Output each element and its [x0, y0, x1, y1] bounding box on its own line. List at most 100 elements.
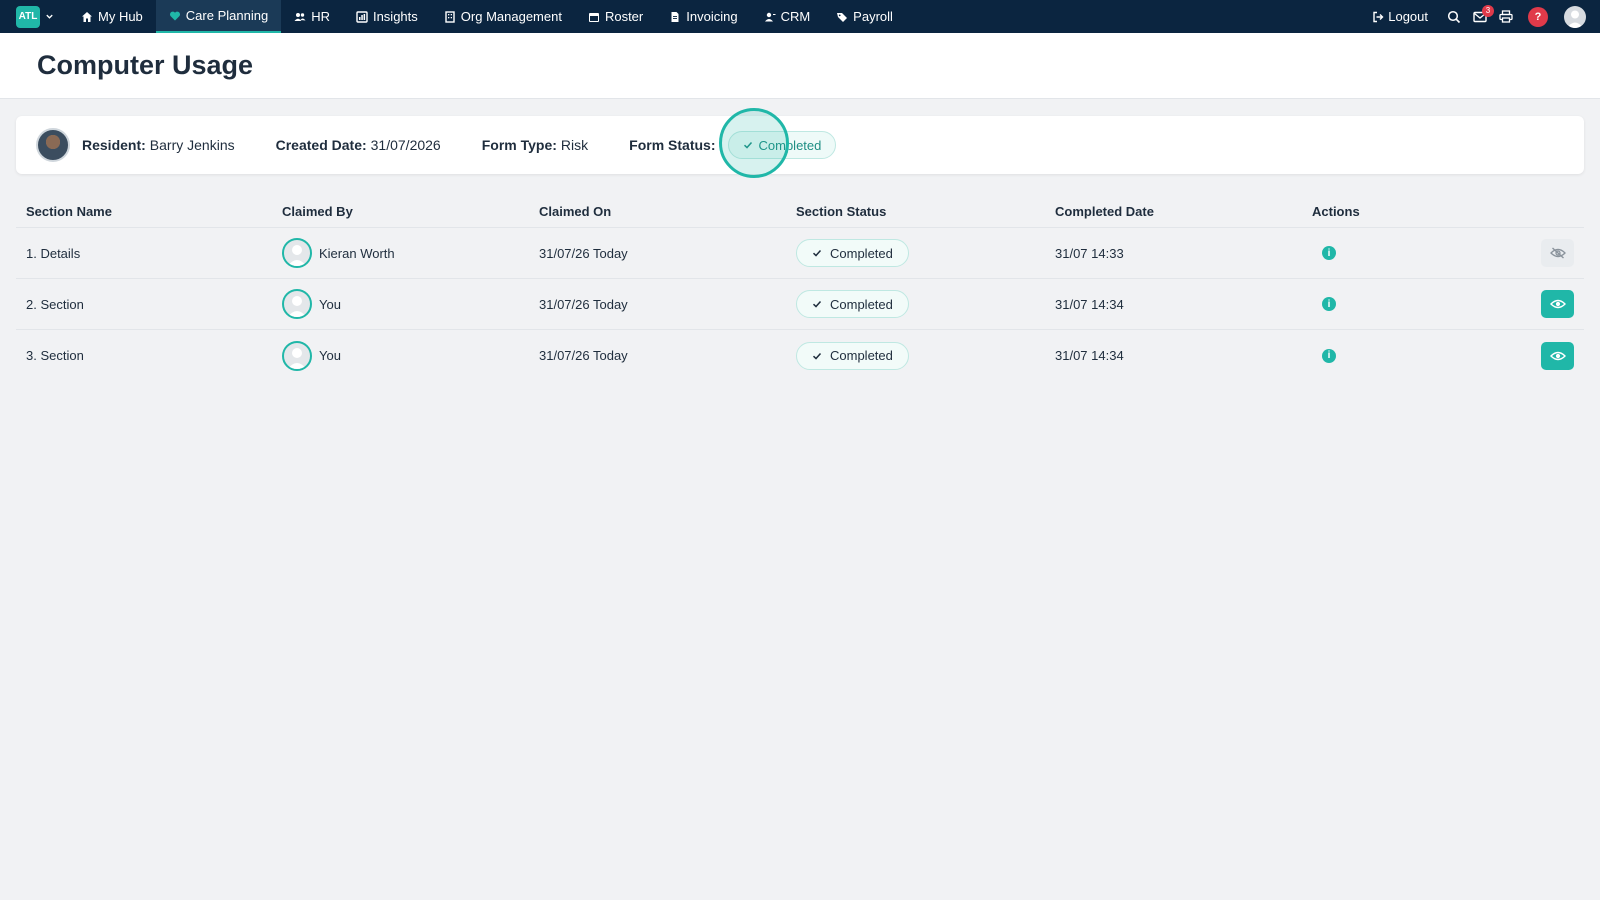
completed-date: 31/07 14:34: [1055, 348, 1124, 363]
nav-label: Roster: [604, 9, 644, 24]
column-header: Claimed By: [282, 204, 353, 219]
view-button[interactable]: [1541, 290, 1574, 318]
nav-label: Payroll: [853, 9, 893, 24]
contacts-icon: [764, 12, 776, 21]
claimed-on: 31/07/26 Today: [539, 348, 628, 363]
check-icon: [812, 300, 822, 308]
section-status-text: Completed: [830, 245, 893, 261]
section-name: 2. Section: [26, 296, 84, 312]
home-icon: [82, 11, 92, 22]
page-header: Computer Usage: [0, 33, 1600, 99]
info-icon[interactable]: i: [1322, 297, 1336, 311]
view-disabled-button[interactable]: [1541, 239, 1574, 267]
table-row[interactable]: 3. Section You 31/07/26 Today Completed …: [16, 330, 1584, 381]
form-info-card: Resident: Barry Jenkins Created Date: 31…: [16, 116, 1584, 174]
document-icon: [671, 11, 679, 22]
claimed-by-name: You: [319, 296, 341, 312]
claimed-on: 31/07/26 Today: [539, 245, 628, 261]
nav-right-group: Logout 3 ?: [1372, 0, 1600, 33]
print-button[interactable]: [1494, 5, 1518, 29]
eye-icon: [1549, 299, 1566, 309]
section-status-text: Completed: [830, 296, 893, 312]
people-icon: [294, 12, 306, 21]
table-row[interactable]: 2. Section You 31/07/26 Today Completed …: [16, 279, 1584, 330]
printer-icon: [1499, 10, 1513, 23]
claimed-by-name: You: [319, 348, 341, 363]
nav-my-hub[interactable]: My Hub: [68, 0, 156, 33]
building-icon: [445, 10, 455, 23]
completed-date: 31/07 14:34: [1055, 296, 1124, 312]
resident-label: Resident:: [82, 137, 146, 153]
nav-org-management[interactable]: Org Management: [431, 0, 575, 33]
resident-value: Barry Jenkins: [149, 137, 235, 153]
view-button[interactable]: [1541, 341, 1574, 370]
form-type-label: Form Type:: [481, 137, 557, 153]
section-status-cell: Completed: [786, 341, 1045, 370]
actions-cell: i: [1302, 297, 1532, 311]
table-row[interactable]: 1. Details Kieran Worth 31/07/26 Today C…: [16, 228, 1584, 279]
nav-insights[interactable]: Insights: [343, 0, 431, 33]
section-name: 3. Section: [26, 348, 84, 363]
help-button[interactable]: ?: [1528, 6, 1548, 27]
claimed-by-cell: You: [272, 340, 529, 371]
table-header: Section Name Claimed By Claimed On Secti…: [16, 196, 1584, 228]
chevron-down-icon[interactable]: [45, 12, 54, 21]
nav-payroll[interactable]: Payroll: [823, 0, 906, 33]
nav-crm[interactable]: CRM: [751, 0, 824, 33]
claimer-avatar: [282, 238, 312, 268]
chart-icon: [356, 10, 368, 23]
info-icon[interactable]: i: [1322, 348, 1336, 363]
created-date-value: 31/07/2026: [370, 137, 441, 153]
form-type-value: Risk: [560, 137, 589, 153]
claimed-by-cell: Kieran Worth: [272, 238, 529, 268]
sections-table: Section Name Claimed By Claimed On Secti…: [16, 196, 1584, 381]
actions-cell: i: [1302, 348, 1532, 363]
nav-label: Insights: [372, 9, 418, 24]
top-navbar: ATL My Hub Care Planning HR Insights Org…: [0, 0, 1600, 33]
calendar-icon: [588, 12, 599, 22]
column-header: Claimed On: [539, 204, 612, 219]
column-header: Section Name: [26, 204, 112, 219]
column-header: Section Status: [796, 204, 887, 219]
page-title: Computer Usage: [37, 50, 254, 80]
column-header: Actions: [1312, 204, 1360, 219]
nav-label: Invoicing: [686, 9, 738, 24]
eye-off-icon: [1549, 247, 1566, 259]
heart-icon: [169, 11, 180, 20]
logout-icon: [1373, 11, 1384, 22]
nav-roster[interactable]: Roster: [575, 0, 656, 33]
check-icon: [812, 352, 822, 360]
logout-button[interactable]: Logout: [1372, 9, 1428, 24]
eye-icon: [1549, 351, 1566, 360]
nav-hr[interactable]: HR: [281, 0, 343, 33]
view-cell: [1532, 341, 1584, 370]
nav-label: Org Management: [460, 9, 562, 24]
claimer-avatar: [282, 289, 312, 319]
claimed-by-cell: You: [272, 289, 529, 319]
nav-label: CRM: [780, 9, 811, 24]
section-status-badge: Completed: [796, 290, 909, 318]
section-status-badge: Completed: [796, 239, 909, 267]
user-icon: [287, 347, 307, 369]
section-status-badge: Completed: [796, 341, 909, 370]
mail-button[interactable]: 3: [1468, 4, 1494, 29]
info-icon[interactable]: i: [1322, 246, 1336, 260]
nav-invoicing[interactable]: Invoicing: [656, 0, 750, 33]
section-status-text: Completed: [830, 348, 893, 363]
search-button[interactable]: [1442, 5, 1466, 29]
user-avatar[interactable]: [1564, 5, 1586, 28]
mail-badge: 3: [1482, 4, 1494, 17]
actions-cell: i: [1302, 246, 1532, 260]
completed-date: 31/07 14:33: [1055, 245, 1124, 261]
section-name: 1. Details: [26, 245, 81, 261]
section-status-cell: Completed: [786, 290, 1045, 318]
org-logo[interactable]: ATL: [16, 5, 40, 28]
nav-label: HR: [311, 9, 330, 24]
created-date-info: Created Date: 31/07/2026: [276, 137, 441, 153]
resident-info: Resident: Barry Jenkins: [82, 137, 235, 153]
column-header: Completed Date: [1055, 204, 1154, 219]
user-icon: [287, 245, 307, 266]
user-icon: [287, 296, 307, 317]
click-indicator: [719, 108, 789, 178]
nav-care-planning[interactable]: Care Planning: [155, 0, 282, 33]
